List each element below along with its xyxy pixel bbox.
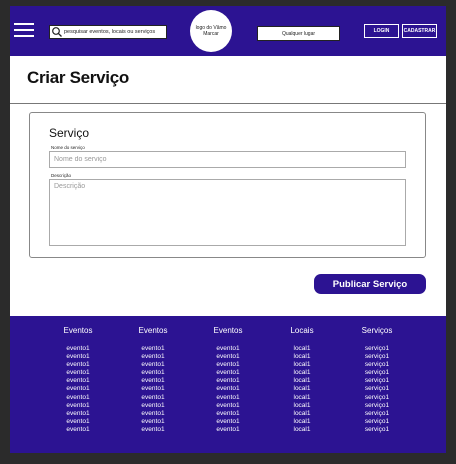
footer-link[interactable]: local1 xyxy=(272,402,332,410)
footer-link[interactable]: local1 xyxy=(272,394,332,402)
location-label: Qualquer lugar xyxy=(281,30,316,37)
search-input[interactable] xyxy=(64,26,164,38)
page-title: Criar Serviço xyxy=(27,68,129,87)
footer-link[interactable]: evento1 xyxy=(198,394,258,402)
divider xyxy=(10,103,446,104)
footer-link[interactable]: evento1 xyxy=(123,345,183,353)
footer-link[interactable]: serviço1 xyxy=(347,418,407,426)
footer-link[interactable]: local1 xyxy=(272,426,332,434)
search-icon xyxy=(52,27,62,37)
publish-service-label: Publicar Serviço xyxy=(332,278,408,290)
footer-link[interactable]: local1 xyxy=(272,418,332,426)
footer-link[interactable]: evento1 xyxy=(48,377,108,385)
footer-link[interactable]: serviço1 xyxy=(347,345,407,353)
service-name-input[interactable] xyxy=(49,151,406,168)
location-selector[interactable]: Qualquer lugar xyxy=(257,26,340,41)
footer-link[interactable]: evento1 xyxy=(48,361,108,369)
footer-column-title: Eventos xyxy=(63,326,93,335)
footer-link[interactable]: evento1 xyxy=(48,410,108,418)
footer-column-title: Eventos xyxy=(138,326,168,335)
footer-link[interactable]: evento1 xyxy=(123,402,183,410)
footer-link[interactable]: local1 xyxy=(272,377,332,385)
footer-link[interactable]: evento1 xyxy=(123,418,183,426)
footer-link[interactable]: local1 xyxy=(272,369,332,377)
footer-link[interactable]: evento1 xyxy=(123,377,183,385)
footer-link[interactable]: evento1 xyxy=(198,385,258,393)
footer-link[interactable]: local1 xyxy=(272,410,332,418)
footer-link[interactable]: evento1 xyxy=(198,418,258,426)
footer-column-title: Locais xyxy=(290,326,314,335)
footer-link[interactable]: local1 xyxy=(272,385,332,393)
footer-link[interactable]: serviço1 xyxy=(347,394,407,402)
footer-link[interactable]: evento1 xyxy=(198,361,258,369)
footer-link[interactable]: evento1 xyxy=(198,369,258,377)
footer-link[interactable]: evento1 xyxy=(48,369,108,377)
footer-link[interactable]: evento1 xyxy=(123,353,183,361)
app-frame: logo do Vâmo Marcar Qualquer lugar LOGIN… xyxy=(10,6,446,453)
footer-link[interactable]: evento1 xyxy=(48,418,108,426)
menu-icon[interactable] xyxy=(14,23,34,37)
footer-column-title: Eventos xyxy=(213,326,243,335)
footer-link[interactable]: serviço1 xyxy=(347,361,407,369)
footer-link[interactable]: local1 xyxy=(272,361,332,369)
footer-link[interactable]: serviço1 xyxy=(347,353,407,361)
login-label: LOGIN xyxy=(373,28,390,34)
footer-link[interactable]: evento1 xyxy=(48,394,108,402)
footer-link[interactable]: local1 xyxy=(272,345,332,353)
footer-column: Eventos evento1 evento1 evento1 evento1 event… xyxy=(48,326,108,434)
footer-link[interactable]: serviço1 xyxy=(347,402,407,410)
footer-link[interactable]: evento1 xyxy=(198,345,258,353)
footer-link[interactable]: evento1 xyxy=(123,361,183,369)
footer-link[interactable]: evento1 xyxy=(198,410,258,418)
footer-link[interactable]: serviço1 xyxy=(347,410,407,418)
logo-text: logo do Vâmo Marcar xyxy=(195,25,227,37)
footer-link[interactable]: evento1 xyxy=(48,426,108,434)
footer-link[interactable]: evento1 xyxy=(123,426,183,434)
footer-link[interactable]: evento1 xyxy=(198,402,258,410)
footer-link[interactable]: serviço1 xyxy=(347,377,407,385)
cadastrar-label: CADASTRAR xyxy=(403,28,436,34)
name-field-label: Nome do serviço xyxy=(51,145,85,150)
footer-link[interactable]: evento1 xyxy=(123,369,183,377)
footer-link[interactable]: evento1 xyxy=(48,402,108,410)
footer-link[interactable]: local1 xyxy=(272,353,332,361)
footer-link[interactable]: evento1 xyxy=(48,353,108,361)
footer-column-title: Serviços xyxy=(361,326,393,335)
footer-column: Eventos evento1 evento1 evento1 evento1 event… xyxy=(123,326,183,434)
footer-column: Eventos evento1 evento1 evento1 evento1 event… xyxy=(198,326,258,434)
publish-service-button[interactable]: Publicar Serviço xyxy=(314,274,426,294)
service-form-card: Serviço Nome do serviço Descrição xyxy=(29,112,426,258)
footer-link[interactable]: serviço1 xyxy=(347,369,407,377)
search-bar[interactable] xyxy=(49,25,167,39)
footer-link[interactable]: evento1 xyxy=(198,426,258,434)
form-section-title: Serviço xyxy=(49,126,90,140)
footer-link[interactable]: serviço1 xyxy=(347,385,407,393)
footer-link[interactable]: evento1 xyxy=(198,353,258,361)
footer-link[interactable]: evento1 xyxy=(123,410,183,418)
footer-column: Serviços serviço1 serviço1 serviço1 serviço1… xyxy=(347,326,407,434)
cadastrar-button[interactable]: CADASTRAR xyxy=(402,24,437,38)
footer-column: Locais local1 local1 local1 local1 local1 loca… xyxy=(272,326,332,434)
login-button[interactable]: LOGIN xyxy=(364,24,399,38)
footer-link[interactable]: evento1 xyxy=(123,385,183,393)
footer-link[interactable]: evento1 xyxy=(48,345,108,353)
footer: Eventos evento1 evento1 evento1 evento1 event… xyxy=(10,316,446,453)
logo[interactable]: logo do Vâmo Marcar xyxy=(190,10,232,52)
footer-link[interactable]: serviço1 xyxy=(347,426,407,434)
footer-link[interactable]: evento1 xyxy=(48,385,108,393)
description-field-label: Descrição xyxy=(51,173,72,178)
footer-link[interactable]: evento1 xyxy=(198,377,258,385)
footer-link[interactable]: evento1 xyxy=(123,394,183,402)
service-description-input[interactable] xyxy=(49,179,406,246)
top-navbar: logo do Vâmo Marcar Qualquer lugar LOGIN… xyxy=(10,6,446,56)
